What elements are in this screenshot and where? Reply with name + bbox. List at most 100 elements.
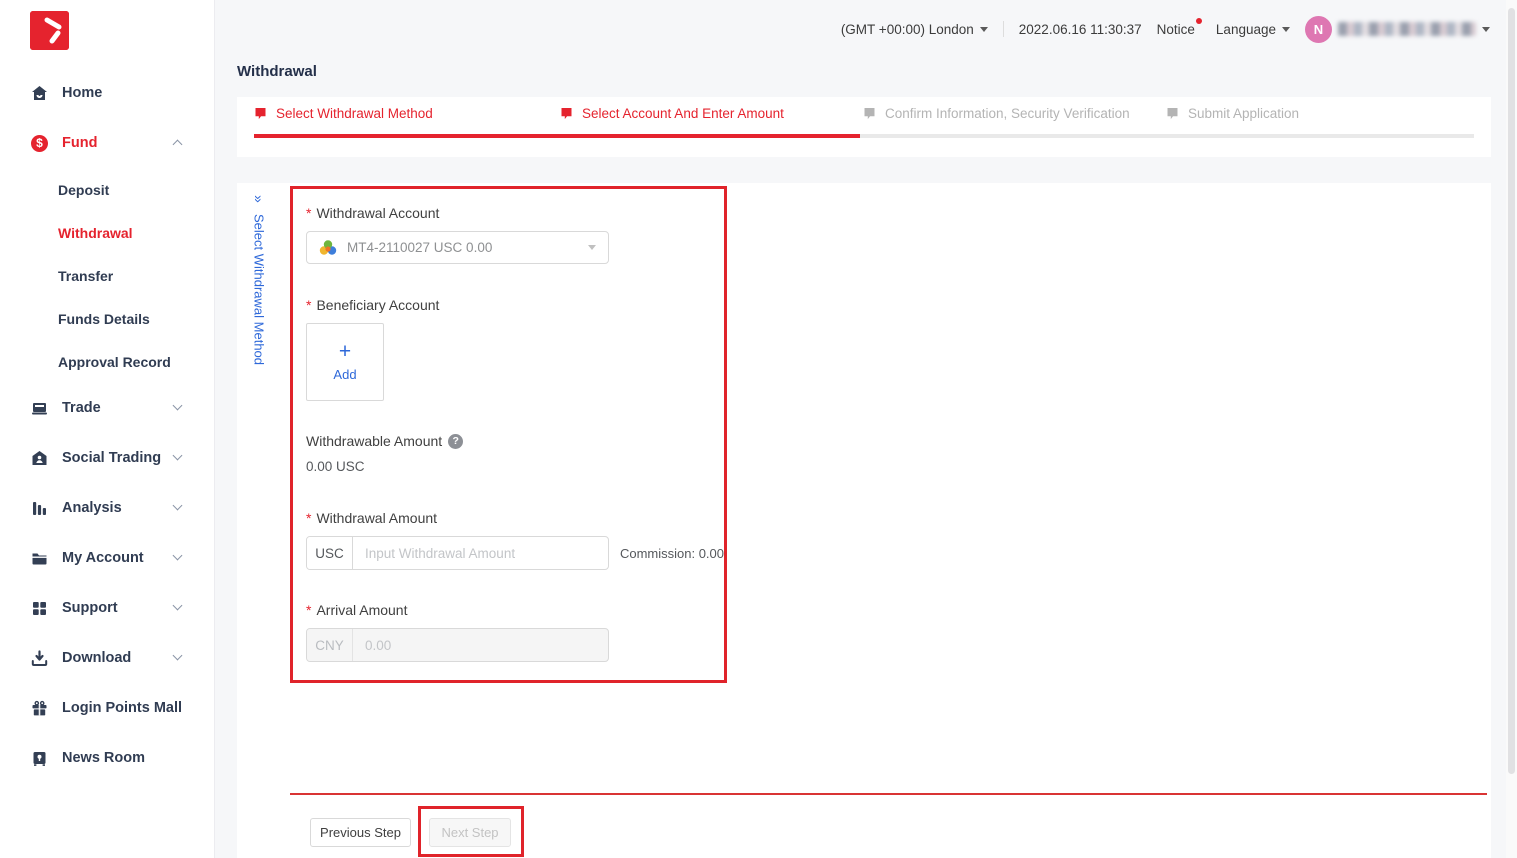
required-marker: * bbox=[306, 602, 311, 618]
sidebar-item-label: Social Trading bbox=[62, 450, 161, 466]
flag-icon bbox=[863, 107, 876, 120]
withdrawal-amount-group: USC bbox=[306, 536, 609, 570]
chevron-down-icon bbox=[173, 551, 183, 561]
sidebar-item-my-account[interactable]: My Account bbox=[0, 533, 214, 583]
sidebar-item-label: Login Points Mall bbox=[62, 700, 182, 716]
flag-icon bbox=[1166, 107, 1179, 120]
collapse-method-panel[interactable]: » Select Withdrawal Method bbox=[251, 195, 267, 365]
sidebar-item-label: Download bbox=[62, 650, 131, 666]
sidebar-item-support[interactable]: Support bbox=[0, 583, 214, 633]
help-icon[interactable]: ? bbox=[448, 434, 463, 449]
plus-icon: + bbox=[339, 343, 351, 361]
sidebar-item-deposit[interactable]: Deposit bbox=[0, 168, 214, 211]
gift-icon bbox=[31, 700, 48, 717]
sidebar-nav: Home $ Fund Deposit Withdrawal Transfer … bbox=[0, 68, 214, 783]
timezone-selector[interactable]: (GMT +00:00) London bbox=[841, 22, 988, 37]
flag-icon bbox=[254, 107, 267, 120]
social-trading-icon bbox=[31, 450, 48, 467]
sidebar-item-funds-details[interactable]: Funds Details bbox=[0, 297, 214, 340]
notice-label: Notice bbox=[1157, 22, 1195, 37]
notice-button[interactable]: Notice bbox=[1157, 22, 1201, 37]
page-title: Withdrawal bbox=[237, 63, 317, 80]
trade-icon bbox=[31, 400, 48, 417]
withdrawal-account-select[interactable]: MT4-2110027 USC 0.00 bbox=[306, 231, 609, 264]
footer-divider-annotation bbox=[290, 793, 1487, 795]
withdrawal-form-card: » Select Withdrawal Method *Withdrawal A… bbox=[237, 183, 1491, 858]
arrival-amount-currency: CNY bbox=[307, 629, 353, 661]
sidebar-item-login-points-mall[interactable]: Login Points Mall bbox=[0, 683, 214, 733]
sidebar-item-transfer[interactable]: Transfer bbox=[0, 254, 214, 297]
sidebar-item-social-trading[interactable]: Social Trading bbox=[0, 433, 214, 483]
commission-text: Commission: 0.00 bbox=[620, 546, 724, 561]
topbar-divider bbox=[1003, 21, 1004, 37]
step-select-account[interactable]: Select Account And Enter Amount bbox=[560, 106, 784, 121]
sidebar-item-withdrawal[interactable]: Withdrawal bbox=[0, 211, 214, 254]
sidebar-item-label: Approval Record bbox=[58, 354, 171, 370]
chevron-down-icon bbox=[980, 27, 988, 32]
annotated-form-region: *Withdrawal Account MT4-2110027 USC 0.00… bbox=[290, 186, 727, 683]
step-label: Submit Application bbox=[1188, 106, 1299, 121]
sidebar-item-label: Funds Details bbox=[58, 311, 150, 327]
timezone-label: (GMT +00:00) London bbox=[841, 22, 974, 37]
withdrawal-account-label: *Withdrawal Account bbox=[306, 205, 724, 221]
sidebar-item-trade[interactable]: Trade bbox=[0, 383, 214, 433]
sidebar-item-label: Transfer bbox=[58, 268, 113, 284]
previous-step-button[interactable]: Previous Step bbox=[310, 818, 411, 847]
sidebar-item-label: Home bbox=[62, 85, 102, 101]
user-menu[interactable]: N bbox=[1305, 16, 1490, 43]
avatar: N bbox=[1305, 16, 1332, 43]
my-account-icon bbox=[31, 550, 48, 567]
sidebar-item-analysis[interactable]: Analysis bbox=[0, 483, 214, 533]
chevron-down-icon bbox=[1282, 27, 1290, 32]
step-select-withdrawal-method[interactable]: Select Withdrawal Method bbox=[254, 106, 433, 121]
steps-progress-bar-rest bbox=[860, 134, 1474, 138]
collapse-panel-label: Select Withdrawal Method bbox=[252, 214, 267, 365]
mt4-account-icon bbox=[319, 239, 337, 257]
analysis-icon bbox=[31, 500, 48, 517]
add-beneficiary-button[interactable]: + Add bbox=[306, 323, 384, 401]
sidebar-item-home[interactable]: Home bbox=[0, 68, 214, 118]
chevron-down-icon bbox=[588, 245, 596, 250]
required-marker: * bbox=[306, 297, 311, 313]
required-marker: * bbox=[306, 510, 311, 526]
chevron-down-icon bbox=[173, 401, 183, 411]
fund-icon: $ bbox=[31, 135, 48, 152]
step-label: Confirm Information, Security Verificati… bbox=[885, 106, 1130, 121]
withdrawal-amount-label: *Withdrawal Amount bbox=[306, 510, 724, 526]
sidebar-item-label: Deposit bbox=[58, 182, 109, 198]
chevron-down-icon bbox=[173, 651, 183, 661]
support-icon bbox=[31, 600, 48, 617]
user-name-blurred bbox=[1338, 22, 1476, 36]
sidebar-item-label: News Room bbox=[62, 750, 145, 766]
sidebar-item-news-room[interactable]: News Room bbox=[0, 733, 214, 783]
next-step-button[interactable]: Next Step bbox=[429, 818, 511, 847]
scrollbar-track[interactable] bbox=[1506, 0, 1517, 858]
brand-logo-icon[interactable] bbox=[30, 11, 69, 50]
withdrawal-amount-input[interactable] bbox=[353, 537, 608, 569]
sidebar-item-fund[interactable]: $ Fund bbox=[0, 118, 214, 168]
withdrawal-amount-currency: USC bbox=[307, 537, 353, 569]
sidebar-item-label: Trade bbox=[62, 400, 101, 416]
sidebar-item-approval-record[interactable]: Approval Record bbox=[0, 340, 214, 383]
scrollbar-thumb[interactable] bbox=[1508, 8, 1515, 774]
add-label: Add bbox=[333, 367, 356, 382]
sidebar-item-label: Support bbox=[62, 600, 118, 616]
language-label: Language bbox=[1216, 22, 1276, 37]
withdrawable-amount-label: Withdrawable Amount ? bbox=[306, 433, 724, 449]
withdrawal-steps: Select Withdrawal Method Select Account … bbox=[237, 97, 1491, 157]
step-submit-application[interactable]: Submit Application bbox=[1166, 106, 1299, 121]
sidebar-item-label: Analysis bbox=[62, 500, 122, 516]
beneficiary-account-label: *Beneficiary Account bbox=[306, 297, 724, 313]
sidebar-item-download[interactable]: Download bbox=[0, 633, 214, 683]
step-label: Select Account And Enter Amount bbox=[582, 106, 784, 121]
topbar: (GMT +00:00) London 2022.06.16 11:30:37 … bbox=[216, 0, 1517, 58]
sidebar-item-label: Fund bbox=[62, 135, 97, 151]
withdrawal-account-value: MT4-2110027 USC 0.00 bbox=[347, 240, 588, 255]
news-room-icon bbox=[31, 750, 48, 767]
language-selector[interactable]: Language bbox=[1216, 22, 1290, 37]
sidebar-item-label: Withdrawal bbox=[58, 225, 133, 241]
datetime-label: 2022.06.16 11:30:37 bbox=[1019, 22, 1142, 37]
download-icon bbox=[31, 650, 48, 667]
double-chevron-icon: » bbox=[251, 195, 267, 204]
step-confirm-information[interactable]: Confirm Information, Security Verificati… bbox=[863, 106, 1130, 121]
